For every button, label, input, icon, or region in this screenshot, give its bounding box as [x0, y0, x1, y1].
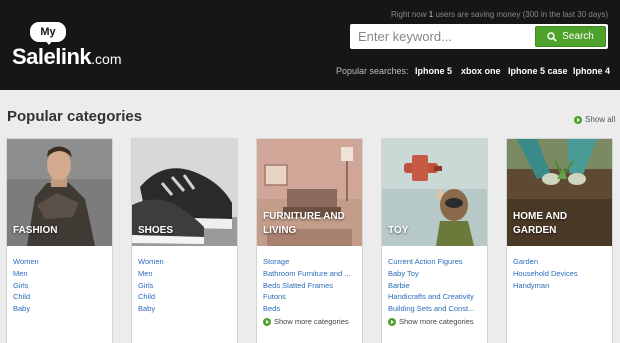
search-button-label: Search — [562, 31, 594, 42]
category-links: Storage Bathroom Furniture and ... Beds … — [263, 256, 351, 315]
category-link[interactable]: Baby — [138, 303, 164, 315]
category-link[interactable]: Beds Slatted Frames — [263, 280, 351, 292]
category-title: SHOES — [138, 225, 174, 236]
show-more-categories-link[interactable]: Show more categories — [388, 317, 474, 326]
category-image-toy[interactable]: TOY — [382, 139, 487, 246]
category-card-furniture: FURNITURE AND LIVING Storage Bathroom Fu… — [256, 138, 363, 343]
category-link[interactable]: Household Devices — [513, 268, 578, 280]
search-button[interactable]: Search — [535, 26, 606, 47]
category-link[interactable]: Futons — [263, 291, 351, 303]
category-link[interactable]: Building Sets and Const... — [388, 303, 474, 315]
status-suffix: users are saving money (300 in the last … — [435, 10, 608, 19]
arrow-circle-icon — [574, 115, 582, 124]
search-input[interactable] — [350, 24, 532, 49]
category-link[interactable]: Child — [138, 291, 164, 303]
show-more-label: Show more categories — [399, 317, 474, 326]
category-link[interactable]: Child — [13, 291, 39, 303]
category-card-home-garden: HOME AND GARDEN Garden Household Devices… — [506, 138, 613, 343]
mysalelink-logo[interactable]: My Salelink.com — [12, 20, 136, 72]
category-link[interactable]: Girls — [138, 280, 164, 292]
category-link[interactable]: Beds — [263, 303, 351, 315]
show-all-link[interactable]: Show all — [574, 115, 615, 124]
category-links: Women Men Girls Child Baby — [138, 256, 164, 315]
category-links: Women Men Girls Child Baby — [13, 256, 39, 315]
category-link[interactable]: Garden — [513, 256, 578, 268]
popular-search-link[interactable]: Iphone 4 — [573, 66, 610, 76]
category-card-shoes: SHOES Women Men Girls Child Baby — [131, 138, 238, 343]
search-icon — [547, 31, 557, 42]
popular-searches-label: Popular searches: — [336, 66, 409, 76]
category-links: Current Action Figures Baby Toy Barbie H… — [388, 256, 474, 315]
category-link[interactable]: Women — [138, 256, 164, 268]
category-image-furniture[interactable]: FURNITURE AND LIVING — [257, 139, 362, 246]
category-link[interactable]: Handyman — [513, 280, 578, 292]
category-card-fashion: FASHION Women Men Girls Child Baby — [6, 138, 113, 343]
status-prefix: Right now — [390, 10, 427, 19]
category-link[interactable]: Handicrafts and Creativity — [388, 291, 474, 303]
category-title: FASHION — [13, 225, 58, 236]
category-image-fashion[interactable]: FASHION — [7, 139, 112, 246]
category-link[interactable]: Men — [13, 268, 39, 280]
category-link[interactable]: Baby — [13, 303, 39, 315]
category-links: Garden Household Devices Handyman — [513, 256, 578, 291]
popular-search-link[interactable]: Iphone 5 — [415, 66, 452, 76]
category-link[interactable]: Bathroom Furniture and ... — [263, 268, 351, 280]
arrow-circle-icon — [388, 317, 396, 326]
site-header: Right now 1 users are saving money (300 … — [0, 0, 620, 90]
arrow-circle-icon — [263, 317, 271, 326]
users-status-line: Right now 1 users are saving money (300 … — [391, 10, 608, 19]
category-link[interactable]: Women — [13, 256, 39, 268]
category-link[interactable]: Girls — [13, 280, 39, 292]
show-more-label: Show more categories — [274, 317, 349, 326]
category-link[interactable]: Men — [138, 268, 164, 280]
show-more-categories-link[interactable]: Show more categories — [263, 317, 349, 326]
popular-searches: Popular searches: Iphone 5 xbox one Ipho… — [0, 66, 620, 78]
logo-domain-text: .com — [91, 51, 122, 67]
category-link[interactable]: Baby Toy — [388, 268, 474, 280]
show-all-label: Show all — [585, 115, 616, 124]
category-image-shoes[interactable]: SHOES — [132, 139, 237, 246]
category-title: FURNITURE AND LIVING — [263, 211, 345, 236]
search-box: Search — [350, 24, 608, 49]
category-card-toy: TOY Current Action Figures Baby Toy Barb… — [381, 138, 488, 343]
category-title: HOME AND GARDEN — [513, 211, 568, 236]
category-link[interactable]: Storage — [263, 256, 351, 268]
section-title: Popular categories — [7, 108, 143, 125]
popular-search-link[interactable]: xbox one — [461, 66, 501, 76]
category-link[interactable]: Barbie — [388, 280, 474, 292]
status-count: 1 — [428, 10, 434, 19]
popular-search-link[interactable]: Iphone 5 case — [508, 66, 568, 76]
category-title: TOY — [388, 225, 409, 236]
category-link[interactable]: Current Action Figures — [388, 256, 474, 268]
category-image-home-garden[interactable]: HOME AND GARDEN — [507, 139, 612, 246]
